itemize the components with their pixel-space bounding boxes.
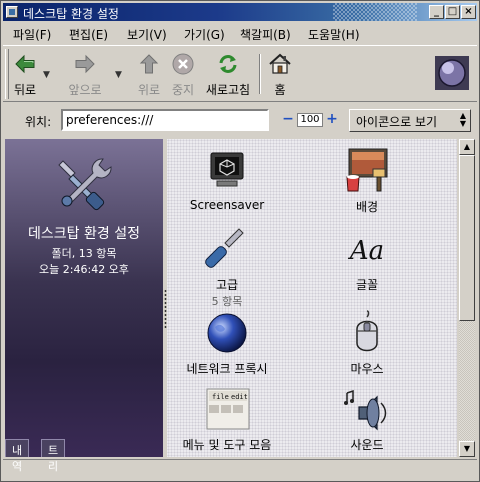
forward-history-dropdown-icon[interactable]: ▼ xyxy=(115,70,122,80)
screensaver-icon xyxy=(210,152,244,187)
background-icon xyxy=(346,148,388,192)
stop-label: 중지 xyxy=(171,83,195,97)
menu-edit[interactable]: 편집(E) xyxy=(69,26,108,43)
item-sound[interactable]: 사운드 xyxy=(297,385,437,453)
vertical-scrollbar[interactable]: ▲ ▼ xyxy=(459,139,475,457)
menu-bar: 파일(F) 편집(E) 보기(V) 가기(G) 책갈피(B) 도움말(H) xyxy=(3,22,477,44)
item-screensaver[interactable]: Screensaver xyxy=(167,147,297,212)
reload-button[interactable]: 새로고침 xyxy=(203,52,253,98)
back-button[interactable]: 뒤로 xyxy=(11,52,39,98)
location-input[interactable] xyxy=(61,109,269,131)
back-label: 뒤로 xyxy=(13,83,37,97)
scroll-up-button[interactable]: ▲ xyxy=(459,139,475,155)
throbber-icon xyxy=(435,56,469,90)
item-label: Screensaver xyxy=(189,198,265,212)
toolbar: 뒤로 ▼ 앞으로 ▼ 위로 중지 새로고침 홈 xyxy=(3,45,477,102)
forward-arrow-icon xyxy=(75,54,95,74)
zoom-in-button[interactable]: + xyxy=(325,112,339,127)
sidebar: 데스크탑 환경 설정 폴더, 13 항목 오늘 2:46:42 오후 xyxy=(5,139,163,457)
titlebar-pattern xyxy=(333,3,417,21)
home-icon xyxy=(269,53,291,74)
item-label: 마우스 xyxy=(350,362,384,376)
maximize-button[interactable]: □ xyxy=(445,5,460,19)
preferences-tools-icon xyxy=(58,158,112,211)
item-label: 네트워크 프록시 xyxy=(186,362,268,376)
toolbar-separator xyxy=(259,54,261,94)
advanced-icon xyxy=(205,228,244,268)
menu-go[interactable]: 가기(G) xyxy=(184,26,225,43)
up-label: 위로 xyxy=(137,83,161,97)
tab-history[interactable]: 내역 xyxy=(5,439,30,473)
up-button[interactable]: 위로 xyxy=(135,52,163,98)
up-arrow-icon xyxy=(139,54,159,74)
item-label: 배경 xyxy=(355,200,379,214)
item-fonts[interactable]: Aa 글꼴 xyxy=(297,225,437,293)
item-label: 사운드 xyxy=(350,438,384,452)
back-arrow-icon xyxy=(15,54,35,74)
back-history-dropdown-icon[interactable]: ▼ xyxy=(43,70,50,80)
menus-icon-file-text: file xyxy=(212,393,229,401)
tab-tree[interactable]: 트리 xyxy=(41,439,66,473)
network-proxy-icon xyxy=(207,313,247,353)
home-button[interactable]: 홈 xyxy=(265,52,295,98)
item-count: 5 항목 xyxy=(211,295,243,308)
menu-help[interactable]: 도움말(H) xyxy=(308,26,360,43)
home-label: 홈 xyxy=(274,83,286,97)
file-manager-window: 데스크탑 환경 설정 _ □ × 파일(F) 편집(E) 보기(V) 가기(G)… xyxy=(0,0,480,482)
view-mode-spinner-icon: ▲ ▼ xyxy=(459,111,466,128)
location-bar: 위치: − 100 + 아이콘으로 보기 ▲▼ xyxy=(3,104,477,136)
item-advanced[interactable]: 고급 5 항목 xyxy=(167,225,297,309)
close-button[interactable]: × xyxy=(461,5,476,19)
window-title: 데스크탑 환경 설정 xyxy=(23,7,119,21)
forward-label: 앞으로 xyxy=(68,83,102,97)
menu-bookmarks[interactable]: 책갈피(B) xyxy=(240,26,291,43)
minimize-button[interactable]: _ xyxy=(429,5,444,19)
forward-button[interactable]: 앞으로 xyxy=(65,52,105,98)
item-label: 메뉴 및 도구 모음 xyxy=(182,438,272,452)
stop-icon xyxy=(172,53,194,75)
icon-view: Screensaver 배경 고급 5 항목 Aa 글꼴 네트워크 프록시 마우… xyxy=(167,139,457,457)
menu-file[interactable]: 파일(F) xyxy=(13,26,51,43)
window-menu-icon[interactable] xyxy=(6,6,18,18)
stop-button[interactable]: 중지 xyxy=(167,52,199,98)
toolbar-grip[interactable] xyxy=(5,49,9,99)
menus-toolbars-icon: file edit xyxy=(206,388,250,430)
mouse-icon xyxy=(356,310,378,352)
scroll-thumb[interactable] xyxy=(459,155,475,321)
title-bar[interactable]: 데스크탑 환경 설정 _ □ × xyxy=(3,3,477,21)
view-mode-select[interactable]: 아이콘으로 보기 ▲ ▼ xyxy=(349,109,471,132)
status-bar xyxy=(3,459,477,479)
menu-view[interactable]: 보기(V) xyxy=(127,26,167,43)
sidebar-title: 데스크탑 환경 설정 xyxy=(28,226,140,242)
item-label: 글꼴 xyxy=(355,278,379,292)
reload-icon xyxy=(219,55,237,73)
item-label: 고급 xyxy=(215,278,239,292)
font-icon: Aa xyxy=(348,236,384,266)
reload-label: 새로고침 xyxy=(205,83,251,97)
sidebar-modified-time: 오늘 2:46:42 오후 xyxy=(39,263,129,276)
item-mouse[interactable]: 마우스 xyxy=(297,309,437,377)
font-icon-text: Aa xyxy=(348,236,384,266)
sidebar-folder-info: 폴더, 13 항목 xyxy=(51,247,117,260)
sound-icon xyxy=(344,389,387,431)
scroll-down-button[interactable]: ▼ xyxy=(459,441,475,457)
item-background[interactable]: 배경 xyxy=(297,147,437,215)
item-menus-toolbars[interactable]: file edit 메뉴 및 도구 모음 xyxy=(167,385,297,453)
location-label: 위치: xyxy=(25,115,52,129)
zoom-out-button[interactable]: − xyxy=(281,112,295,127)
item-network-proxy[interactable]: 네트워크 프록시 xyxy=(167,309,297,377)
zoom-level[interactable]: 100 xyxy=(297,113,323,127)
menus-icon-edit-text: edit xyxy=(231,393,248,401)
view-mode-label: 아이콘으로 보기 xyxy=(356,115,438,129)
